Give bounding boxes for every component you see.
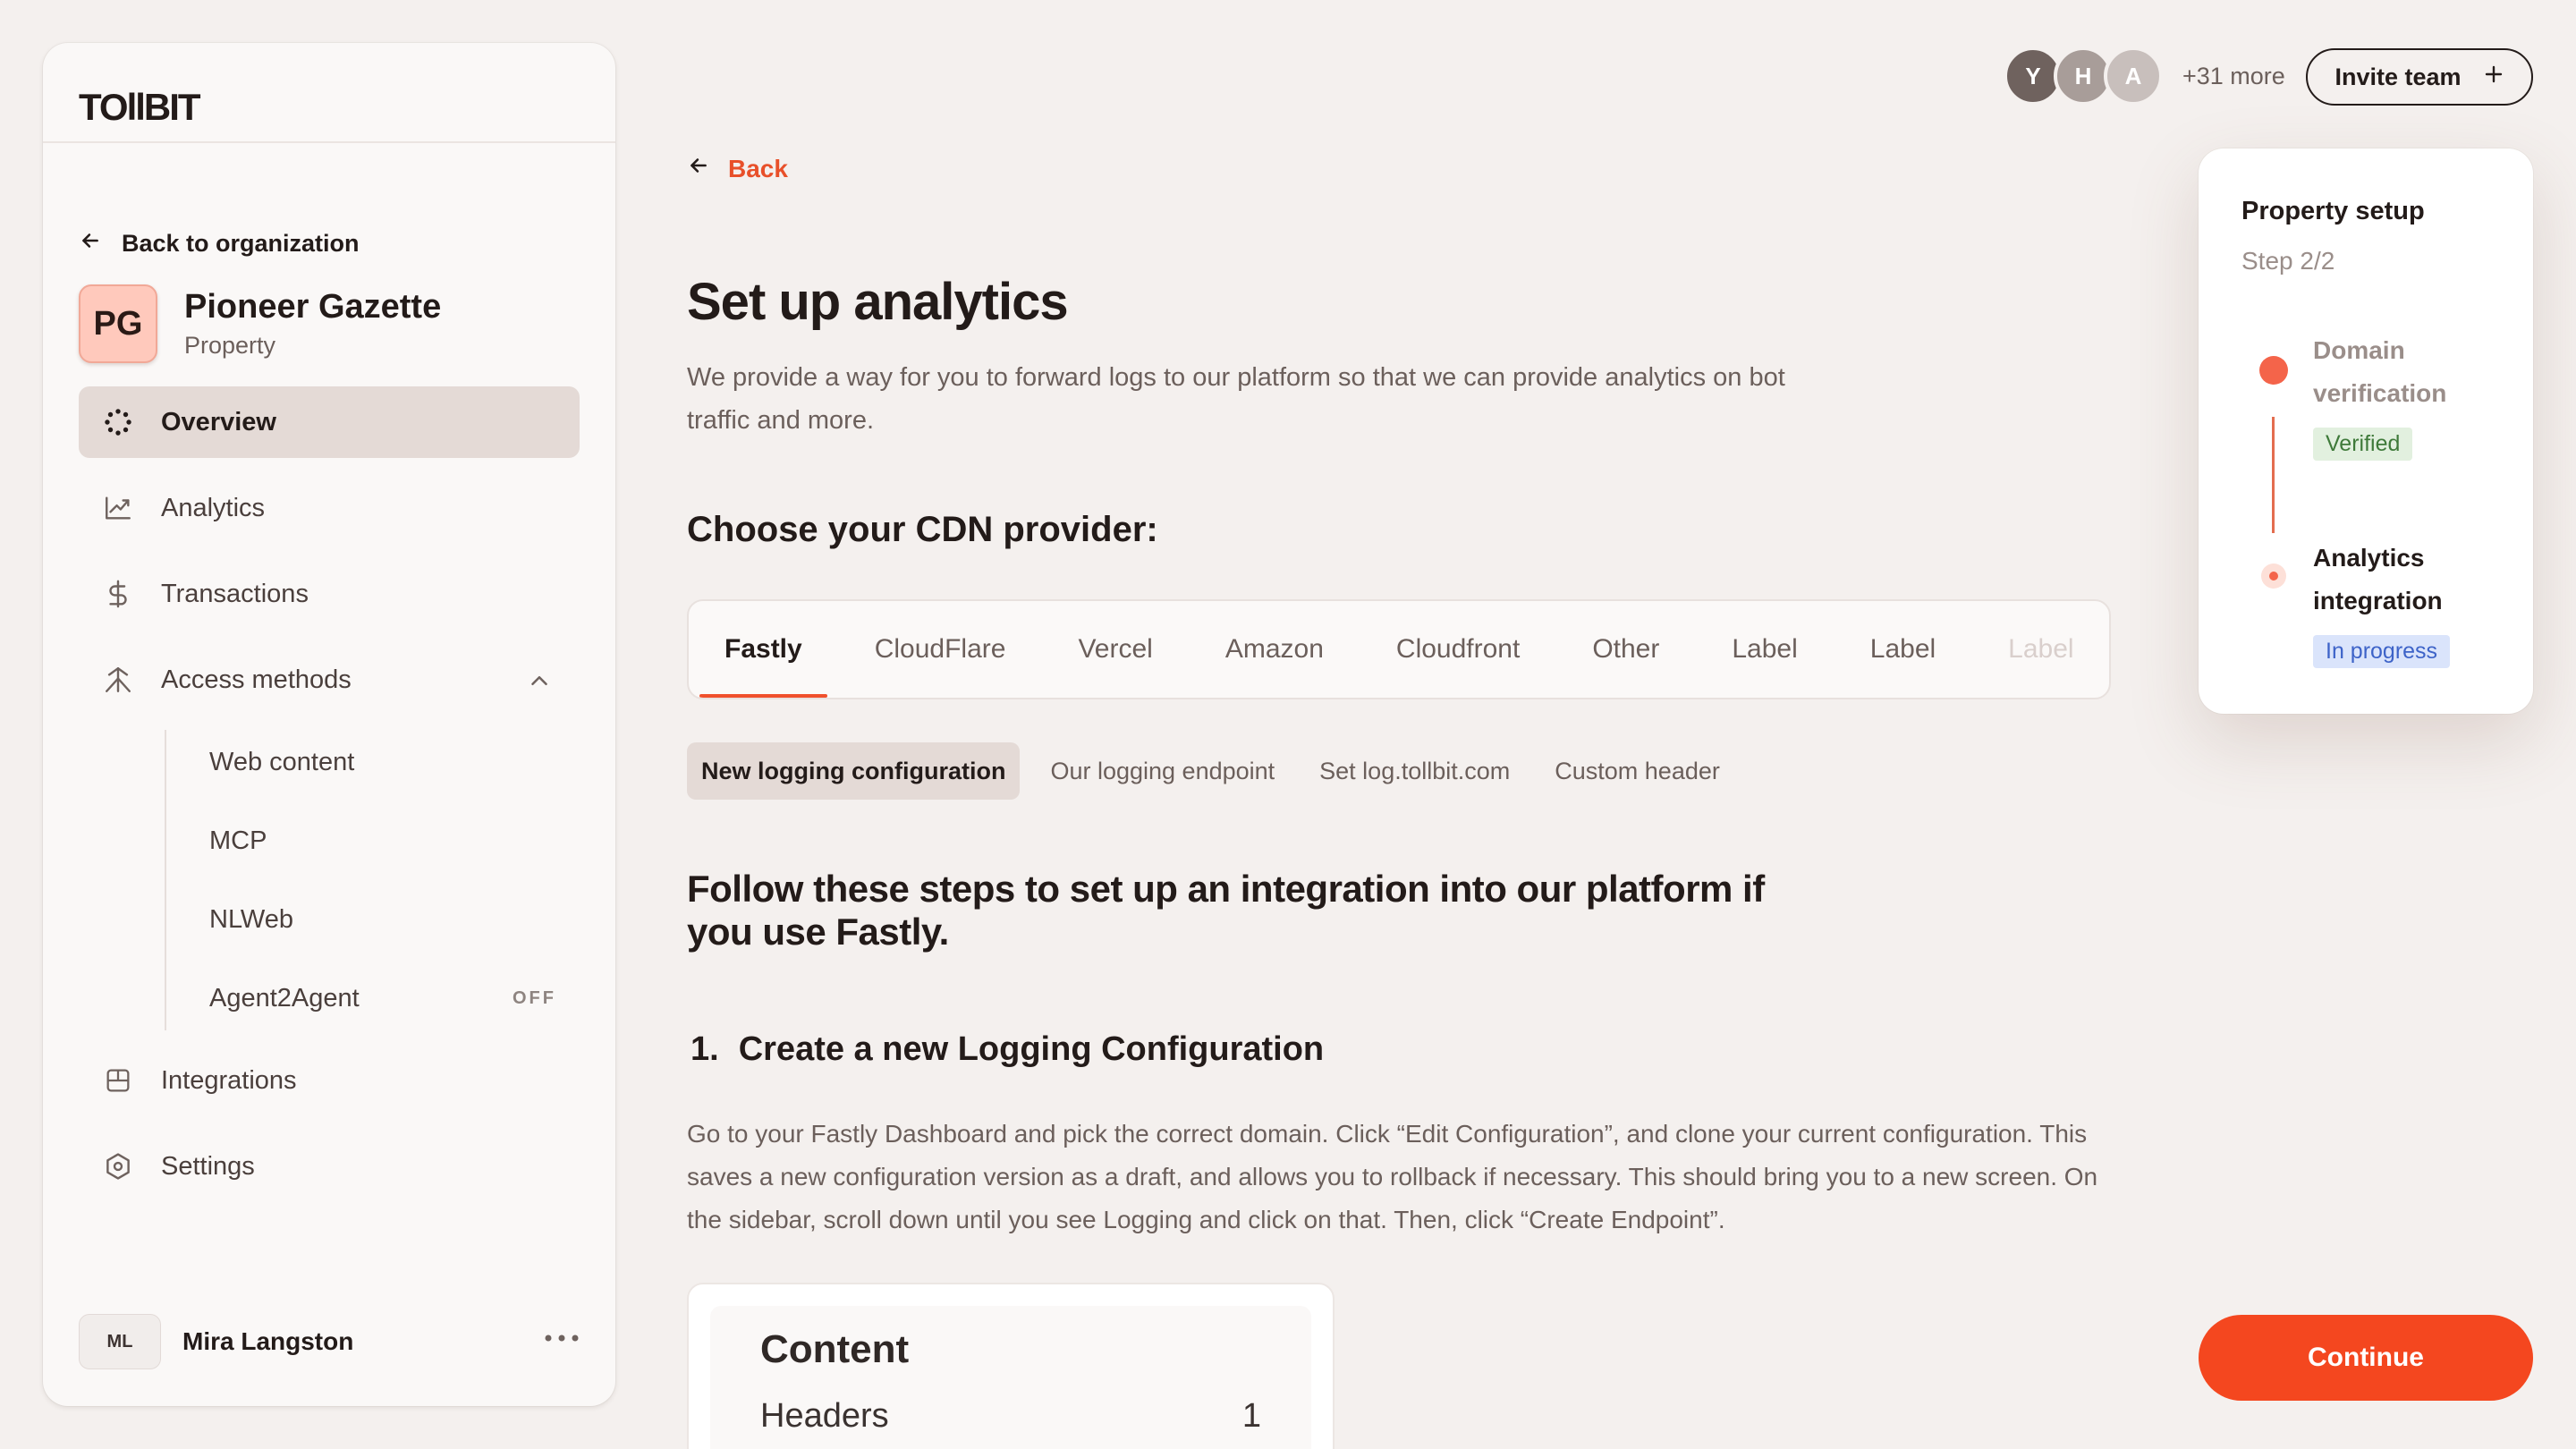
continue-button[interactable]: Continue <box>2199 1315 2533 1401</box>
tab-cloudflare[interactable]: CloudFlare <box>875 601 1006 698</box>
step-current-dot <box>2261 564 2286 589</box>
timeline-line <box>2272 417 2275 533</box>
tab-label[interactable]: Label <box>1870 601 1936 698</box>
page-description: We provide a way for you to forward logs… <box>687 363 1785 435</box>
sidebar-item-overview[interactable]: Overview <box>79 386 580 458</box>
setup-title: Property setup <box>2241 197 2425 225</box>
cdn-heading: Choose your CDN provider: <box>687 510 1158 549</box>
property-type: Property <box>184 332 276 359</box>
page-title: Set up analytics <box>687 273 1069 331</box>
chevron-up-icon[interactable] <box>526 667 553 701</box>
step-title: Create a new Logging Configuration <box>738 1030 1325 1068</box>
tab-our-logging-endpoint[interactable]: Our logging endpoint <box>1036 742 1289 800</box>
property-avatar: PG <box>79 284 157 363</box>
sidebar-item-settings[interactable]: Settings <box>79 1131 580 1202</box>
tab-cloudfront[interactable]: Cloudfront <box>1396 601 1520 698</box>
step-description: Go to your Fastly Dashboard and pick the… <box>687 1120 2098 1233</box>
status-badge-in-progress: In progress <box>2313 635 2451 668</box>
access-methods-submenu: Web content MCP NLWeb Agent2Agent OFF <box>165 730 580 1030</box>
sidebar-subitem-mcp[interactable]: MCP <box>166 809 580 873</box>
sidebar-subitem-agent2agent[interactable]: Agent2Agent OFF <box>166 966 580 1030</box>
sidebar-item-analytics[interactable]: Analytics <box>79 472 580 544</box>
property-name: Pioneer Gazette <box>184 288 442 326</box>
step-domain-verification: Domain verification <box>2313 336 2447 407</box>
settings-icon <box>102 1150 134 1182</box>
team-avatars[interactable]: Y H A +31 more <box>2004 47 2285 106</box>
arrow-left-icon <box>687 154 710 183</box>
user-profile[interactable]: ML Mira Langston <box>79 1313 580 1370</box>
step-number: 1. <box>691 1030 719 1068</box>
sidebar-subitem-nlweb[interactable]: NLWeb <box>166 887 580 952</box>
sidebar-subitem-web-content[interactable]: Web content <box>166 730 580 794</box>
content-title: Content <box>760 1327 910 1371</box>
instructions-heading: Follow these steps to set up an integrat… <box>687 868 1765 953</box>
step-analytics-integration: Analytics integration <box>2313 544 2443 614</box>
cdn-provider-tabs: Fastly CloudFlare Vercel Amazon Cloudfro… <box>687 599 2111 699</box>
sidebar-item-integrations[interactable]: Integrations <box>79 1045 580 1116</box>
sidebar-subitem-label: Agent2Agent <box>209 983 360 1013</box>
avatar: A <box>2104 47 2163 106</box>
sidebar-item-label: Integrations <box>161 1065 297 1095</box>
sidebar-item-access-methods[interactable]: Access methods <box>79 644 580 716</box>
status-badge: OFF <box>513 987 556 1008</box>
property-setup-panel: Property setup Step 2/2 Domain verificat… <box>2199 148 2533 714</box>
overview-icon <box>102 406 134 438</box>
sidebar-item-label: Access methods <box>161 665 352 694</box>
sidebar-item-transactions[interactable]: Transactions <box>79 558 580 630</box>
tab-custom-header[interactable]: Custom header <box>1540 742 1734 800</box>
sidebar-item-label: Settings <box>161 1151 255 1181</box>
invite-team-label: Invite team <box>2334 63 2462 90</box>
tab-label[interactable]: Label <box>1732 601 1797 698</box>
fastly-screenshot-card: Content Headers 1 <box>687 1283 1335 1449</box>
sidebar-subitem-label: NLWeb <box>209 904 294 934</box>
sidebar-divider <box>43 141 615 143</box>
arrow-left-icon <box>79 229 102 258</box>
tab-label[interactable]: Label <box>2008 601 2073 698</box>
tab-set-log-domain[interactable]: Set log.tollbit.com <box>1305 742 1524 800</box>
step-complete-dot <box>2259 356 2288 385</box>
tab-new-logging-configuration[interactable]: New logging configuration <box>687 742 1021 800</box>
content-row-value: 1 <box>1241 1397 1261 1435</box>
more-options-icon[interactable] <box>544 1322 580 1343</box>
integrations-icon <box>102 1064 134 1097</box>
content-row-label: Headers <box>760 1397 889 1435</box>
fastly-screenshot-inner: Content Headers 1 <box>710 1306 1311 1449</box>
back-link[interactable]: Back <box>687 154 788 183</box>
user-name: Mira Langston <box>182 1327 354 1355</box>
setup-step-counter: Step 2/2 <box>2241 247 2335 275</box>
sidebar-item-label: Overview <box>161 407 276 436</box>
sidebar-item-label: Transactions <box>161 579 309 608</box>
step-heading: 1. Create a new Logging Configuration <box>691 1030 1324 1069</box>
dollar-icon <box>102 578 134 610</box>
plus-icon <box>2483 64 2504 91</box>
sidebar-item-label: Analytics <box>161 493 266 522</box>
status-badge-verified: Verified <box>2313 428 2413 461</box>
sidebar-subitem-label: MCP <box>209 826 267 855</box>
back-to-organization-label: Back to organization <box>122 229 360 257</box>
tab-fastly[interactable]: Fastly <box>699 601 827 698</box>
content-row: Headers 1 <box>760 1397 1261 1436</box>
sidebar-nav: Overview Analytics Transactions Access m… <box>79 386 580 1216</box>
sidebar: TOllBIT Back to organization PG Pioneer … <box>43 43 615 1406</box>
tab-amazon[interactable]: Amazon <box>1225 601 1324 698</box>
sidebar-subitem-label: Web content <box>209 747 355 776</box>
invite-team-button[interactable]: Invite team <box>2306 48 2533 106</box>
property-card: PG Pioneer Gazette Property <box>79 261 441 386</box>
setup-sub-tabs: New logging configuration Our logging en… <box>687 742 1734 800</box>
avatar: ML <box>79 1314 161 1369</box>
more-members-count: +31 more <box>2182 62 2285 89</box>
access-icon <box>102 664 134 696</box>
back-label: Back <box>728 154 788 182</box>
tab-vercel[interactable]: Vercel <box>1078 601 1152 698</box>
analytics-icon <box>102 492 134 524</box>
tab-other[interactable]: Other <box>1592 601 1659 698</box>
brand-logo[interactable]: TOllBIT <box>79 72 201 143</box>
